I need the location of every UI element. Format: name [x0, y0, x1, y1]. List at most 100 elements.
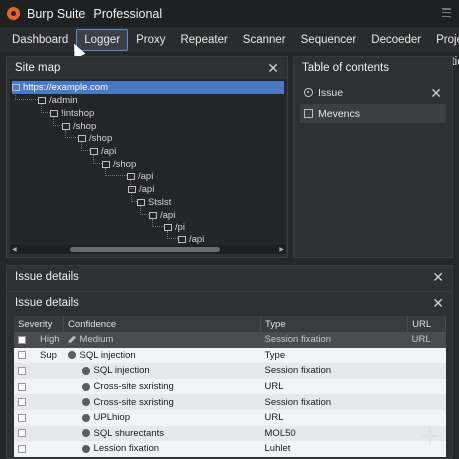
column-header-confidence[interactable]: Confidence [63, 316, 262, 332]
table-row[interactable]: SQL injection Session fixation [14, 363, 446, 379]
tree-node-label: /api [189, 233, 205, 245]
site-map-tree: https://example.com/admin !intshop/shop/s… [10, 79, 286, 245]
tree-node[interactable]: /api [178, 233, 204, 245]
image-icon [102, 160, 110, 168]
tree-connector [152, 219, 164, 227]
site-map-panel: Site map ✕ https://example.com/admin !int… [6, 56, 288, 258]
horizontal-scrollbar[interactable]: ◀ ▶ [10, 245, 286, 254]
tree-connector [53, 117, 62, 126]
tree-connector [41, 104, 50, 113]
tab-dashboard[interactable]: Dashboard [5, 29, 75, 51]
tree-connector [93, 155, 102, 164]
tree-node-label: !intshop [61, 107, 95, 119]
app-name: Burp Suite [27, 6, 86, 21]
tab-logger[interactable]: Logger [76, 28, 129, 51]
grid-icon [304, 109, 313, 118]
tree-connector [167, 231, 178, 239]
bug-icon [137, 198, 145, 206]
table-row[interactable]: SQL shurectants MOL50 [14, 425, 446, 442]
image-icon [178, 235, 186, 243]
row-checkbox[interactable] [18, 429, 26, 438]
column-header-url[interactable]: URL [407, 316, 446, 332]
gear-icon [50, 109, 58, 117]
row-checkbox[interactable] [18, 413, 26, 422]
tab-project-options[interactable]: Project Options [429, 29, 459, 68]
url-cell: URL [407, 332, 446, 348]
severity-label: Sup [40, 349, 57, 361]
confidence-label: UPLhiop [93, 412, 130, 424]
column-header-severity[interactable]: Severity [14, 316, 65, 332]
type-cell: Luhlet [260, 441, 408, 457]
row-checkbox[interactable] [18, 444, 26, 453]
toc-section[interactable]: Issue ✕ [300, 83, 446, 102]
tab-decoeder[interactable]: Decoeder [364, 29, 428, 51]
tree-connector [65, 130, 78, 138]
confidence-label: SQL injection [79, 349, 136, 361]
severity-label: High [40, 334, 60, 346]
tree-node[interactable]: https://example.com [12, 81, 284, 94]
close-icon[interactable]: ✕ [267, 61, 279, 75]
page-icon [78, 134, 86, 142]
table-of-contents-panel: Table of contents Issue ✕ Mevencs [293, 56, 453, 258]
tab-proxy[interactable]: Proxy [129, 29, 172, 51]
url-cell [407, 378, 446, 395]
row-checkbox[interactable] [18, 398, 26, 407]
issue-icon [81, 366, 90, 375]
row-checkbox[interactable] [18, 335, 26, 344]
url-cell [407, 363, 446, 379]
tree-node-label: /shop [89, 132, 113, 144]
tree-node-label: /api [101, 145, 117, 157]
table-row[interactable]: UPLhiop URL [14, 409, 446, 426]
table-row[interactable]: Lession fixation Luhlet [14, 441, 446, 457]
scroll-right-icon[interactable]: ▶ [279, 246, 284, 253]
issue-icon [67, 351, 76, 360]
url-cell [407, 347, 446, 364]
scroll-left-icon[interactable]: ◀ [12, 246, 17, 253]
image-icon [128, 185, 136, 193]
tab-sequencer[interactable]: Sequencer [294, 29, 364, 51]
type-cell: Session fixation [260, 332, 408, 348]
page-icon [12, 83, 20, 91]
menu-icon[interactable] [442, 8, 451, 17]
folder-icon [127, 172, 135, 180]
tree-node-label: /api [138, 170, 154, 182]
tree-connector [81, 142, 90, 151]
tab-scanner[interactable]: Scanner [236, 29, 293, 51]
row-checkbox[interactable] [18, 366, 26, 375]
severity-cell: Sup [14, 347, 64, 364]
folder-icon [62, 122, 70, 130]
severity-cell [14, 441, 64, 457]
table-row[interactable]: Cross-site sxristing URL [14, 378, 446, 395]
folder-icon [38, 96, 46, 104]
severity-cell [14, 425, 64, 442]
tree-connector [140, 206, 149, 215]
type-cell: URL [260, 409, 408, 426]
toc-item[interactable]: Mevencs [300, 104, 446, 123]
table-row[interactable]: Cross-site sxristing Session fixation [14, 394, 446, 410]
issue-icon [81, 413, 90, 422]
tab-repeater[interactable]: Repeater [173, 29, 234, 51]
table-row[interactable]: Sup SQL injection Type [14, 347, 446, 364]
toc-title: Table of contents [302, 62, 389, 74]
close-icon[interactable]: ✕ [430, 86, 442, 100]
type-cell: Type [260, 347, 408, 364]
pencil-icon [67, 335, 76, 344]
issue-icon [81, 429, 90, 438]
confidence-cell: Lession fixation [63, 441, 261, 457]
confidence-label: SQL injection [93, 365, 150, 377]
globe-icon [90, 147, 98, 155]
severity-cell [14, 378, 64, 395]
tree-node-label: Stslst [148, 196, 172, 208]
close-icon[interactable]: ✕ [432, 296, 444, 310]
issue-icon [81, 398, 90, 407]
table-row[interactable]: High Medium Session fixation URL [14, 332, 446, 348]
type-cell: Session fixation [260, 363, 408, 379]
table-header-row: Severity Confidence Type URL [14, 316, 446, 332]
scroll-thumb[interactable] [70, 247, 220, 252]
monitor-icon [149, 211, 157, 219]
column-header-type[interactable]: Type [260, 316, 409, 332]
row-checkbox[interactable] [18, 351, 26, 360]
type-cell: MOL50 [260, 425, 408, 442]
row-checkbox[interactable] [18, 382, 26, 391]
close-icon[interactable]: ✕ [432, 270, 444, 284]
